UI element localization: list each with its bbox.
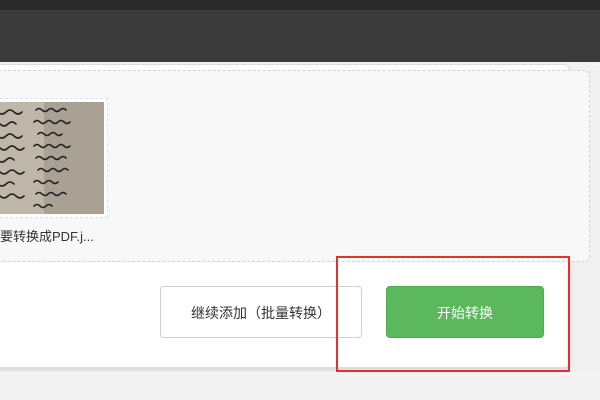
handwriting-image xyxy=(0,102,104,214)
file-thumbnail xyxy=(0,102,104,214)
bottom-area xyxy=(0,372,600,400)
batch-add-button[interactable]: 继续添加（批量转换） xyxy=(160,286,362,338)
top-bar-strip xyxy=(0,0,600,10)
file-name-label: 要转换成PDF.j... xyxy=(0,229,94,244)
top-bar xyxy=(0,0,600,62)
annotation-highlight-box xyxy=(336,256,570,372)
